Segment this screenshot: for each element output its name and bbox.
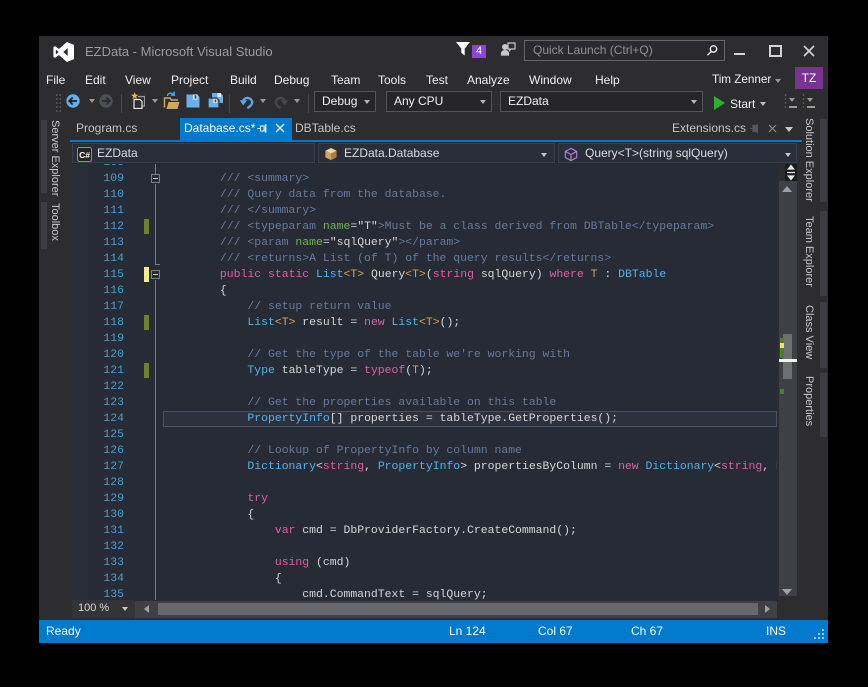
svg-text:C#: C# — [79, 150, 90, 160]
